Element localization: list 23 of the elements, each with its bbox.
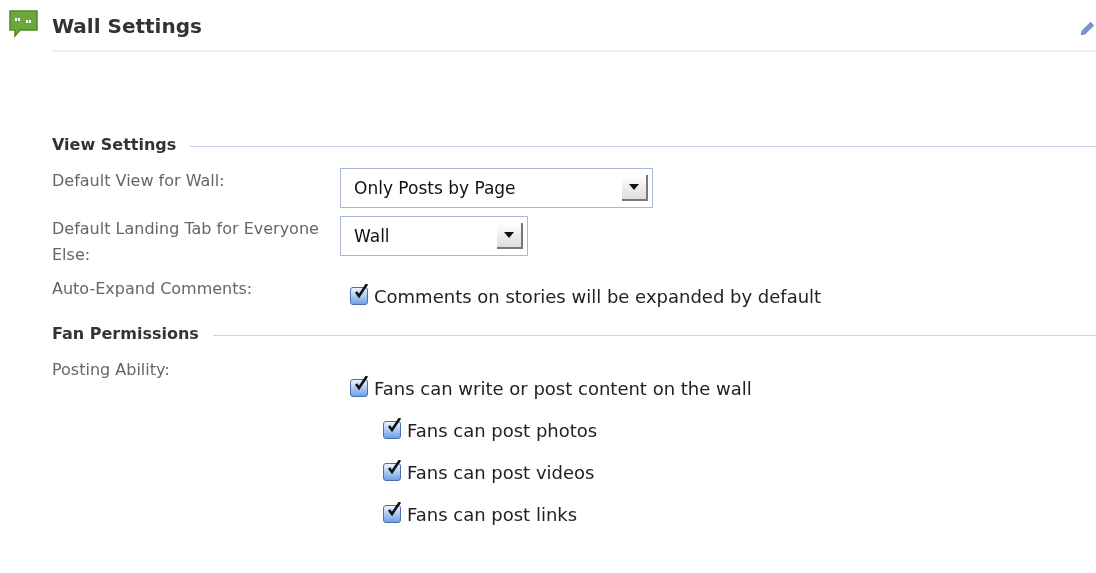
checkbox[interactable] <box>350 379 368 397</box>
checkbox[interactable] <box>350 287 368 305</box>
speech-bubble-icon <box>8 8 40 40</box>
checkbox-label: Comments on stories will be expanded by default <box>374 285 822 307</box>
checkbox[interactable] <box>383 463 401 481</box>
checkbox[interactable] <box>383 421 401 439</box>
pencil-icon[interactable] <box>1078 20 1096 38</box>
field-label: Posting Ability: <box>52 359 171 381</box>
field-label: Auto-Expand Comments: <box>52 278 254 300</box>
checkbox-label: Fans can write or post content on the wall <box>374 377 752 399</box>
dropdown[interactable]: Wall <box>340 216 528 256</box>
checkbox[interactable] <box>383 505 401 523</box>
checkbox-label: Fans can post videos <box>407 461 595 483</box>
field-label: Default View for Wall: <box>52 170 226 192</box>
checkbox-label: Fans can post photos <box>407 419 598 441</box>
page-title: Wall Settings <box>52 0 1096 52</box>
caret-icon <box>504 232 514 238</box>
checkbox-label: Fans can post links <box>407 503 578 525</box>
field-label: Default Landing Tab for Everyone Else: <box>52 218 320 266</box>
caret-icon <box>629 184 639 190</box>
section-heading: Fan Permissions <box>52 323 199 343</box>
section-heading: View Settings <box>52 134 177 154</box>
dropdown[interactable]: Only Posts by Page <box>340 168 653 208</box>
